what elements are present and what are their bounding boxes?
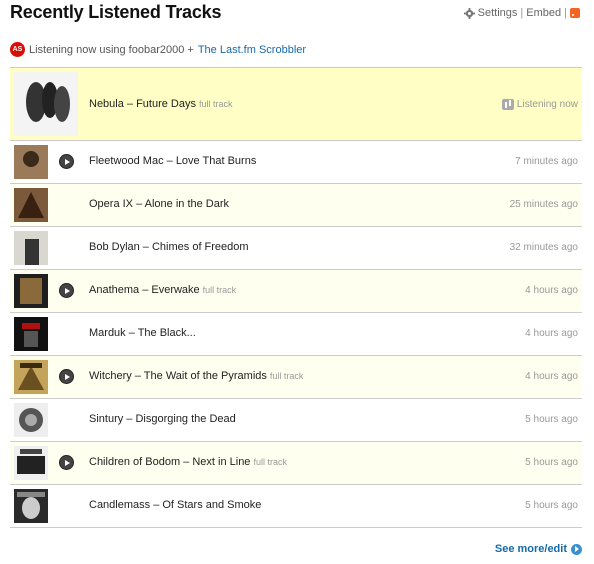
track-time: 25 minutes ago <box>509 199 578 210</box>
album-art[interactable] <box>14 231 48 265</box>
track-title[interactable]: Children of Bodom – Next in Line full tra… <box>89 456 287 468</box>
track-time: 4 hours ago <box>525 328 578 339</box>
track-list: Nebula – Future Days full track Listening… <box>10 67 582 528</box>
rss-icon[interactable] <box>570 8 580 18</box>
now-playing-text: Listening now using foobar2000 + <box>29 43 194 56</box>
settings-link[interactable]: Settings <box>478 7 518 19</box>
album-art[interactable] <box>14 446 48 480</box>
track-time: 5 hours ago <box>525 414 578 425</box>
track-row[interactable]: Anathema – Everwake full track 4 hours ag… <box>10 270 582 313</box>
play-icon[interactable] <box>59 369 74 384</box>
track-title[interactable]: Sintury – Disgorging the Dead <box>89 413 236 425</box>
album-art[interactable] <box>14 188 48 222</box>
track-title[interactable]: Witchery – The Wait of the Pyramids full … <box>89 370 303 382</box>
track-title[interactable]: Marduk – The Black... <box>89 327 196 339</box>
track-row[interactable]: Sintury – Disgorging the Dead 5 hours ag… <box>10 399 582 442</box>
gear-icon[interactable] <box>463 7 475 19</box>
see-more-label[interactable]: See more/edit <box>495 543 567 555</box>
lastfm-logo-icon: AS <box>10 42 25 57</box>
arrow-right-icon[interactable] <box>571 543 582 555</box>
album-art[interactable] <box>14 145 48 179</box>
track-time: 7 minutes ago <box>515 156 578 167</box>
album-art[interactable] <box>14 403 48 437</box>
track-row[interactable]: Candlemass – Of Stars and Smoke 5 hours … <box>10 485 582 528</box>
track-title[interactable]: Bob Dylan – Chimes of Freedom <box>89 241 249 253</box>
track-time: 4 hours ago <box>525 285 578 296</box>
album-art[interactable] <box>14 360 48 394</box>
embed-link[interactable]: Embed <box>526 7 561 19</box>
album-art[interactable] <box>14 489 48 523</box>
track-time: 5 hours ago <box>525 457 578 468</box>
track-row[interactable]: Fleetwood Mac – Love That Burns 7 minute… <box>10 141 582 184</box>
play-icon[interactable] <box>59 154 74 169</box>
track-row[interactable]: Bob Dylan – Chimes of Freedom 32 minutes… <box>10 227 582 270</box>
separator: | <box>520 7 524 19</box>
track-row[interactable]: Opera IX – Alone in the Dark 25 minutes … <box>10 184 582 227</box>
track-row[interactable]: Marduk – The Black... 4 hours ago <box>10 313 582 356</box>
track-title[interactable]: Anathema – Everwake full track <box>89 284 236 296</box>
track-row[interactable]: Witchery – The Wait of the Pyramids full … <box>10 356 582 399</box>
now-playing-icon <box>501 99 514 110</box>
header-links: Settings | Embed | <box>463 7 580 19</box>
track-status: Listening now <box>501 99 578 110</box>
scrobbler-link[interactable]: The Last.fm Scrobbler <box>198 44 306 56</box>
track-row[interactable]: Children of Bodom – Next in Line full tra… <box>10 442 582 485</box>
see-more-link[interactable]: See more/edit <box>495 543 582 555</box>
track-time: 5 hours ago <box>525 500 578 511</box>
album-art[interactable] <box>14 72 78 136</box>
track-title[interactable]: Fleetwood Mac – Love That Burns <box>89 155 256 167</box>
separator: | <box>564 7 567 19</box>
track-time: 32 minutes ago <box>509 242 578 253</box>
play-icon[interactable] <box>59 283 74 298</box>
track-row[interactable]: Nebula – Future Days full track Listening… <box>10 68 582 141</box>
album-art[interactable] <box>14 274 48 308</box>
track-time: 4 hours ago <box>525 371 578 382</box>
now-playing-bar: AS Listening now using foobar2000 + The … <box>10 42 306 57</box>
page-title: Recently Listened Tracks <box>10 2 222 22</box>
play-icon[interactable] <box>59 455 74 470</box>
track-title[interactable]: Candlemass – Of Stars and Smoke <box>89 499 261 511</box>
album-art[interactable] <box>14 317 48 351</box>
track-title[interactable]: Nebula – Future Days full track <box>89 98 233 110</box>
track-title[interactable]: Opera IX – Alone in the Dark <box>89 198 229 210</box>
